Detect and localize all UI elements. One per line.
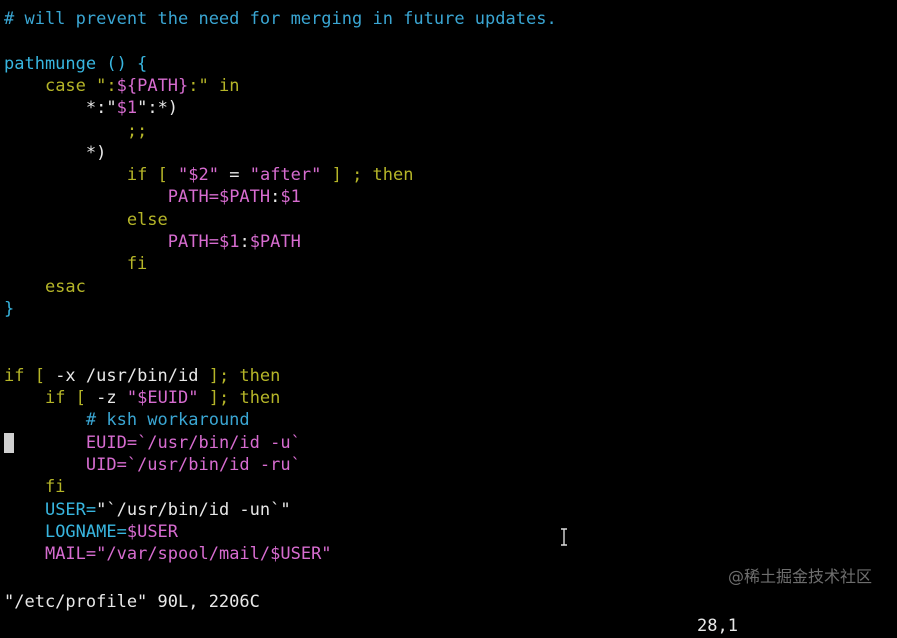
code-token: "`/usr/bin/id -un`" xyxy=(96,499,291,520)
code-token: ${PATH} xyxy=(116,75,189,96)
vim-editor[interactable]: # will prevent the need for merging in f… xyxy=(0,0,897,593)
code-line: esac xyxy=(4,276,86,298)
code-line: pathmunge () { xyxy=(4,53,147,75)
code-token: PATH= xyxy=(167,232,219,252)
code-token: if [ xyxy=(4,365,56,386)
code-token: # will prevent the need for merging in f… xyxy=(4,9,557,29)
code-token: ":*) xyxy=(137,98,179,119)
code-token: "$EUID" xyxy=(126,388,199,409)
code-line: ;; xyxy=(4,120,147,142)
code-token: $2 xyxy=(188,165,209,186)
code-token: if [ xyxy=(126,165,179,186)
text-cursor xyxy=(4,433,14,453)
code-token: PATH= xyxy=(167,187,219,208)
code-token: ;; xyxy=(4,120,148,141)
code-token: *:" xyxy=(85,98,117,119)
code-token: ": xyxy=(85,75,117,96)
code-token: : xyxy=(239,232,250,252)
code-token: EUID=`/usr/bin/id -u` xyxy=(85,432,301,453)
code-line: if [ -x /usr/bin/id ]; then xyxy=(4,365,280,387)
code-token: ]; then xyxy=(198,365,281,386)
watermark: @稀土掘金技术社区 xyxy=(728,567,873,586)
code-token: :" xyxy=(188,75,219,96)
status-file-info: "/etc/profile" 90L, 2206C xyxy=(4,592,260,612)
code-token: " xyxy=(178,165,189,186)
code-token: ]; then xyxy=(198,388,281,409)
code-token: pathmunge () { xyxy=(4,53,148,74)
code-line: else xyxy=(4,209,168,231)
code-token: in xyxy=(219,75,240,96)
code-token: $1 xyxy=(218,232,240,252)
code-token: if [ xyxy=(44,388,97,409)
code-token: -z xyxy=(96,388,127,409)
code-line: if [ "$2" = "after" ] ; then xyxy=(4,164,414,186)
code-token: " xyxy=(208,165,219,186)
code-token: $1 xyxy=(280,187,301,208)
code-token: # ksh workaround xyxy=(85,410,250,431)
mouse-ibeam-cursor-icon xyxy=(561,528,567,546)
code-token: UID=`/usr/bin/id -ru` xyxy=(85,455,301,475)
code-token: else xyxy=(4,209,168,230)
code-line: PATH=$PATH:$1 xyxy=(4,186,301,208)
code-line: *:"$1":*) xyxy=(4,97,178,119)
code-token: = xyxy=(219,165,250,186)
code-line: if [ -z "$EUID" ]; then xyxy=(4,387,280,409)
code-line: EUID=`/usr/bin/id -u` xyxy=(4,432,301,454)
code-line: fi xyxy=(4,253,147,275)
code-token: $USER xyxy=(126,521,179,542)
code-token: LOGNAME= xyxy=(44,521,127,542)
code-token: fi xyxy=(4,477,66,498)
code-line: LOGNAME=$USER xyxy=(4,521,178,543)
code-line: } xyxy=(4,298,14,320)
code-line: MAIL="/var/spool/mail/$USER" xyxy=(4,543,332,565)
code-token: esac xyxy=(4,276,86,297)
code-token: ] ; then xyxy=(321,165,414,186)
code-line: # will prevent the need for merging in f… xyxy=(4,8,557,30)
code-token: } xyxy=(4,298,15,319)
code-line: # ksh workaround xyxy=(4,409,250,431)
code-token: "/var/spool/mail/$USER" xyxy=(96,544,332,565)
code-line: PATH=$1:$PATH xyxy=(4,231,301,253)
code-token: case xyxy=(44,75,86,96)
code-token: -x /usr/bin/id xyxy=(55,365,199,386)
code-line: *) xyxy=(4,142,106,164)
code-token: USER= xyxy=(44,499,97,520)
code-line: USER="`/usr/bin/id -un`" xyxy=(4,499,291,521)
code-token: $PATH xyxy=(218,187,271,208)
code-token: fi xyxy=(4,254,148,275)
status-cursor-position: 28,1 xyxy=(697,616,738,636)
code-token: MAIL= xyxy=(44,544,97,565)
code-line: fi xyxy=(4,476,65,498)
code-token: : xyxy=(270,187,281,208)
code-token: *) xyxy=(4,142,107,163)
code-line: case ":${PATH}:" in xyxy=(4,75,240,97)
code-line: UID=`/usr/bin/id -ru` xyxy=(4,454,301,476)
code-token: $PATH xyxy=(249,232,301,252)
code-token: "after" xyxy=(249,165,322,186)
code-token: $1 xyxy=(116,98,138,119)
